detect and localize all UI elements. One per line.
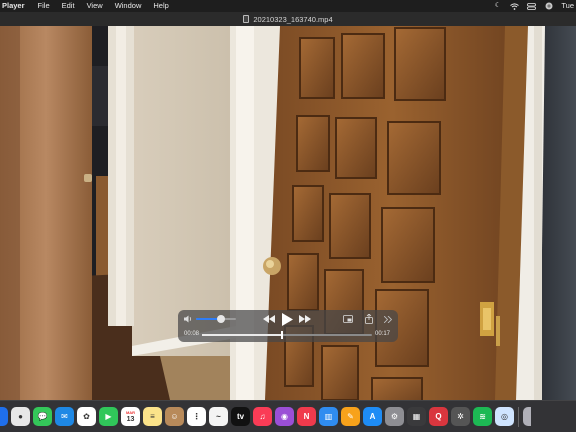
reminders-icon[interactable]: ⋮: [187, 407, 206, 426]
menu-file[interactable]: File: [32, 0, 56, 12]
duration-time: 00:17: [375, 331, 391, 337]
control-center-icon[interactable]: [527, 2, 537, 10]
news-icon[interactable]: N: [297, 407, 316, 426]
preview-icon[interactable]: ◎: [495, 407, 514, 426]
menu-view[interactable]: View: [81, 0, 109, 12]
freeform-icon[interactable]: ~: [209, 407, 228, 426]
volume-slider[interactable]: [196, 315, 236, 323]
window-title: 20210323_163740.mp4: [253, 14, 333, 24]
scrub-playhead[interactable]: [280, 331, 283, 339]
keynote-icon[interactable]: ▥: [319, 407, 338, 426]
current-time: 00:08: [184, 331, 200, 337]
messages-icon[interactable]: 💬: [33, 407, 52, 426]
menu-app-name[interactable]: Player: [0, 0, 32, 12]
app-store-icon[interactable]: A: [363, 407, 382, 426]
picture-in-picture-button[interactable]: [342, 313, 354, 325]
scrub-bar[interactable]: [202, 331, 372, 339]
play-button[interactable]: [280, 312, 294, 326]
contacts-icon[interactable]: ☺: [165, 407, 184, 426]
menu-edit[interactable]: Edit: [56, 0, 81, 12]
scrub-bar-progress: [202, 334, 282, 336]
share-button[interactable]: [363, 313, 375, 325]
spotify-icon[interactable]: ≋: [473, 407, 492, 426]
pages-icon[interactable]: ✎: [341, 407, 360, 426]
window-title-bar: 20210323_163740.mp4: [0, 12, 576, 26]
facetime-icon[interactable]: ▶: [99, 407, 118, 426]
volume-slider-knob[interactable]: [216, 315, 225, 323]
photos-icon[interactable]: ✿: [77, 407, 96, 426]
kaleidoscope-icon[interactable]: ✲: [451, 407, 470, 426]
document-icon: [243, 15, 250, 23]
fast-forward-button[interactable]: [298, 313, 312, 325]
menu-clock[interactable]: Tue: [561, 0, 574, 12]
menu-help[interactable]: Help: [147, 0, 174, 12]
system-settings-icon[interactable]: ⚙: [385, 407, 404, 426]
apple-tv-icon[interactable]: tv: [231, 407, 250, 426]
video-frame[interactable]: 00:08 00:17: [0, 26, 576, 400]
quicktime-icon[interactable]: Q: [429, 407, 448, 426]
menu-window[interactable]: Window: [109, 0, 148, 12]
dock: ● 💬 ✉ ✿ ▶ MAR 13 ≡ ☺ ⋮ ~ tv ♫ ◉ N ▥ ✎ A ⚙ ▦ Q ✲ ≋ ◎: [0, 400, 576, 432]
dock-separator: [518, 406, 519, 427]
siri-icon[interactable]: [544, 2, 553, 10]
moon-icon[interactable]: ☾: [493, 2, 502, 10]
playback-controller: 00:08 00:17: [178, 310, 398, 342]
chrome-icon[interactable]: ●: [11, 407, 30, 426]
rewind-button[interactable]: [262, 313, 276, 325]
calendar-icon[interactable]: MAR 13: [121, 407, 140, 426]
more-button[interactable]: [382, 313, 394, 325]
trash-icon-partial[interactable]: [523, 407, 531, 426]
calculator-icon[interactable]: ▦: [407, 407, 426, 426]
mail-icon[interactable]: ✉: [55, 407, 74, 426]
podcasts-icon[interactable]: ◉: [275, 407, 294, 426]
menu-bar: Player File Edit View Window Help ☾ Tue: [0, 0, 576, 12]
wifi-icon[interactable]: [510, 2, 520, 10]
music-icon[interactable]: ♫: [253, 407, 272, 426]
notes-icon[interactable]: ≡: [143, 407, 162, 426]
video-scene: [0, 26, 576, 400]
volume-icon[interactable]: [184, 315, 193, 323]
finder-icon-partial[interactable]: [0, 407, 8, 426]
